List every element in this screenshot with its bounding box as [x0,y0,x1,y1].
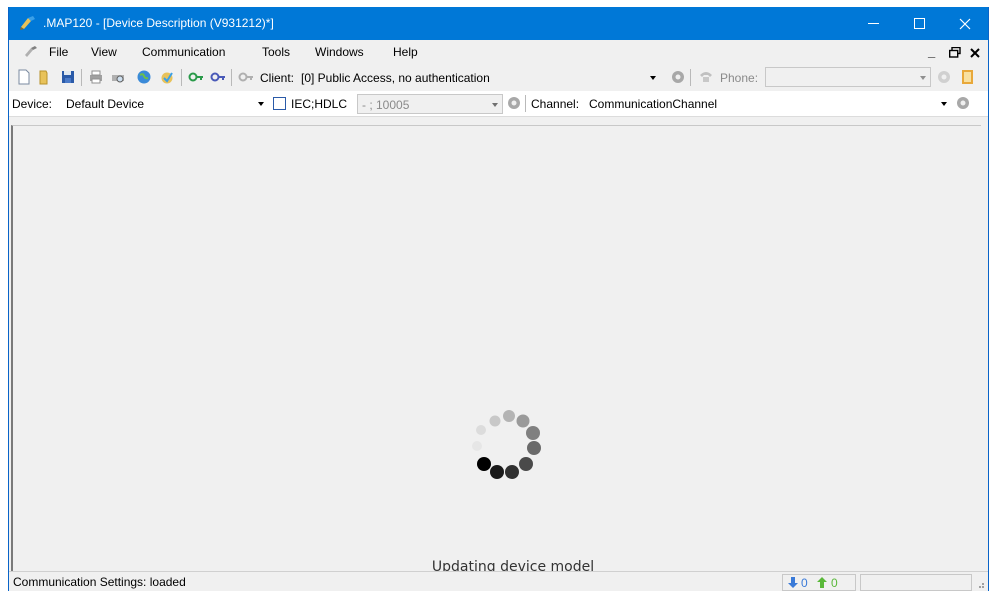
menu-view[interactable]: View [91,45,117,59]
device-dropdown[interactable]: Default Device [64,94,274,114]
address-dropdown[interactable]: - ; 10005 [357,94,503,114]
minimize-icon [867,23,879,24]
document-window-icon[interactable] [23,45,39,59]
maximize-icon [913,18,925,29]
traffic-counter-panel: 0 0 [782,574,856,591]
open-folder-icon[interactable] [37,69,53,85]
channel-settings-gear-icon[interactable] [955,95,971,111]
channel-value: CommunicationChannel [589,97,718,111]
phone-label: Phone: [720,71,759,85]
down-count: 0 [801,576,808,590]
status-panel-empty [860,574,972,591]
chevron-down-icon [258,102,264,106]
mdi-restore-icon[interactable] [949,47,961,58]
application-window: .MAP120 - [Device Description (V931212)*… [8,7,989,591]
client-dropdown[interactable]: [0] Public Access, no authentication [299,67,669,88]
menu-tools[interactable]: Tools [262,45,290,59]
mdi-minimize-button[interactable]: _ [928,44,935,59]
minimize-button[interactable] [850,7,896,40]
print-preview-icon[interactable] [110,69,126,85]
web-globe-icon[interactable] [136,69,152,85]
phone-settings-gear-icon[interactable] [936,69,952,85]
device-label: Device: [12,97,53,111]
connect-icon[interactable] [188,69,204,85]
address-book-icon[interactable] [959,69,975,85]
client-settings-gear-icon[interactable] [670,69,686,85]
address-value: - ; 10005 [362,98,410,112]
menu-file[interactable]: File [49,45,68,59]
chevron-down-icon [650,76,656,80]
mdi-close-icon[interactable] [970,48,980,58]
new-file-icon[interactable] [16,69,32,85]
app-icon [20,16,35,30]
document-area: Updating device model [11,125,981,575]
arrow-down-icon [788,577,798,588]
menu-communication[interactable]: Communication [142,45,225,59]
maximize-button[interactable] [896,7,942,40]
chevron-down-icon [492,103,498,107]
iec-hdlc-checkbox[interactable] [273,97,286,110]
client-value: [0] Public Access, no authentication [301,71,490,85]
device-value: Default Device [66,97,145,111]
wizard-icon[interactable] [159,69,175,85]
device-toolbar: Device: Default Device IEC;HDLC - ; 1000… [9,91,988,117]
loading-spinner-icon [472,410,541,479]
close-icon [959,18,971,29]
key-disabled-icon[interactable] [238,69,254,85]
device-settings-gear-icon[interactable] [506,95,522,111]
phone-dropdown[interactable] [765,67,931,87]
disconnect-icon[interactable] [210,69,226,85]
status-text: Communication Settings: loaded [13,575,186,589]
window-title: .MAP120 - [Device Description (V931212)*… [43,16,274,30]
title-bar[interactable]: .MAP120 - [Device Description (V931212)*… [9,7,988,40]
main-toolbar: Client: [0] Public Access, no authentica… [9,64,988,91]
chevron-down-icon [941,102,947,106]
channel-dropdown[interactable]: CommunicationChannel [587,94,957,114]
channel-label: Channel: [531,97,580,111]
menu-help[interactable]: Help [393,45,418,59]
client-label: Client: [260,71,295,85]
iec-hdlc-label: IEC;HDLC [291,97,348,111]
status-bar: Communication Settings: loaded 0 0 [9,571,988,591]
close-button[interactable] [942,7,988,40]
arrow-up-icon [817,577,827,588]
chevron-down-icon [920,76,926,80]
menu-windows[interactable]: Windows [315,45,364,59]
menu-bar: File View Communication Tools Windows He… [9,40,988,64]
print-icon[interactable] [88,69,104,85]
phone-icon [700,72,712,82]
save-icon[interactable] [60,69,76,85]
up-count: 0 [831,576,838,590]
resize-grip-icon[interactable] [976,580,985,589]
